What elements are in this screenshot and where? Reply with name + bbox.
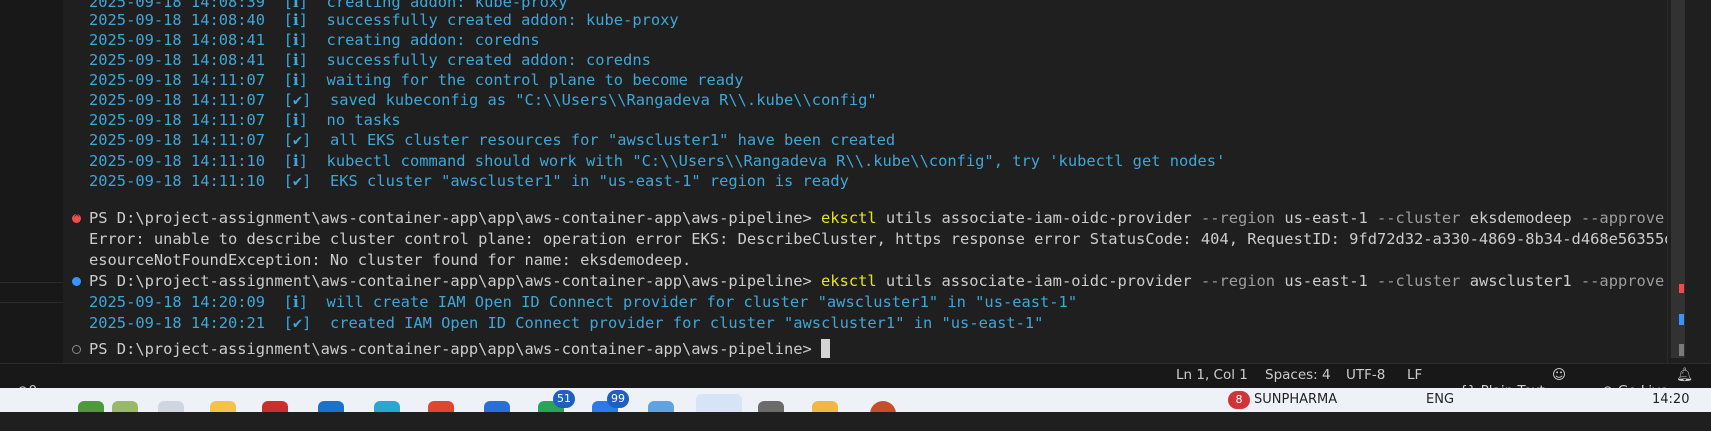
error-scroll-marker xyxy=(1679,284,1684,293)
error-output-line: esourceNotFoundException: No cluster fou… xyxy=(89,251,692,269)
error-output-line: Error: unable to describe cluster contro… xyxy=(89,230,1711,248)
taskbar-app-icon[interactable] xyxy=(112,401,138,412)
log-line: 2025-09-18 14:11:07 [ℹ] no tasks xyxy=(89,111,401,129)
edge-icon[interactable] xyxy=(374,401,400,412)
info-scroll-marker xyxy=(1679,314,1684,325)
terminal-scrollbar[interactable] xyxy=(1667,0,1711,363)
calendar-icon[interactable] xyxy=(648,401,674,412)
notification-badge: 99 xyxy=(607,390,629,408)
log-line: 2025-09-18 14:11:07 [ℹ] waiting for the … xyxy=(89,71,744,89)
windows-taskbar: 51 99 8 SUNPHARMA ENG 14:20 xyxy=(0,388,1711,412)
command-error-decoration-icon[interactable] xyxy=(72,210,81,223)
file-explorer-icon[interactable] xyxy=(210,401,236,412)
stock-widget[interactable]: SUNPHARMA xyxy=(1254,392,1337,407)
status-bar: ⊗0 ⚠0 Ln 1, Col 1 Spaces: 4 UTF-8 LF {} … xyxy=(0,363,1711,415)
prompt-scroll-marker xyxy=(1679,344,1684,356)
log-line: 2025-09-18 14:11:10 [✔] EKS cluster "aws… xyxy=(89,172,849,190)
log-line: 2025-09-18 14:08:41 [ℹ] successfully cre… xyxy=(89,51,651,69)
taskbar-app-icon[interactable] xyxy=(78,401,104,412)
side-panel-edge xyxy=(0,0,63,363)
taskbar-app-icon[interactable] xyxy=(158,401,184,412)
log-line: 2025-09-18 14:11:07 [✔] saved kubeconfig… xyxy=(89,91,877,109)
panel-divider xyxy=(0,282,63,283)
taskbar-app-icon[interactable] xyxy=(484,401,510,412)
command-line: PS D:\project-assignment\aws-container-a… xyxy=(89,209,1665,227)
log-line: 2025-09-18 14:20:21 [✔] created IAM Open… xyxy=(89,314,1044,332)
notification-badge: 51 xyxy=(553,390,575,408)
active-prompt[interactable]: PS D:\project-assignment\aws-container-a… xyxy=(89,338,831,360)
taskbar-app-icon[interactable] xyxy=(870,401,896,412)
command-success-decoration-icon[interactable] xyxy=(72,277,81,286)
log-line: 2025-09-18 14:11:10 [ℹ] kubectl command … xyxy=(89,152,1226,170)
prompt-decoration-icon[interactable] xyxy=(72,345,81,354)
encoding-setting[interactable]: UTF-8 xyxy=(1346,367,1385,383)
log-line: 2025-09-18 14:11:07 [✔] all EKS cluster … xyxy=(89,131,896,149)
scrollbar-thumb[interactable] xyxy=(1671,0,1685,358)
log-line: 2025-09-18 14:08:41 [ℹ] creating addon: … xyxy=(89,31,540,49)
folder-icon[interactable] xyxy=(812,401,838,412)
command-line: PS D:\project-assignment\aws-container-a… xyxy=(89,272,1665,290)
panel-divider xyxy=(0,302,63,303)
vscode-icon-active[interactable] xyxy=(696,394,742,412)
log-line: 2025-09-18 14:08:40 [ℹ] successfully cre… xyxy=(89,11,679,29)
chrome-icon[interactable] xyxy=(428,401,454,412)
store-icon[interactable] xyxy=(318,401,344,412)
stock-badge: 8 xyxy=(1228,391,1250,409)
cursor xyxy=(821,339,831,358)
terminal-panel[interactable]: 2025-09-18 14:08:39 [ℹ] creating addon: … xyxy=(63,0,1711,363)
indentation-setting[interactable]: Spaces: 4 xyxy=(1265,367,1331,383)
gmail-icon[interactable] xyxy=(262,401,288,412)
copilot-icon[interactable]: ☺ xyxy=(1552,367,1566,383)
taskbar-app-icon[interactable] xyxy=(758,401,784,412)
clock[interactable]: 14:20 xyxy=(1652,392,1689,407)
input-language[interactable]: ENG xyxy=(1426,392,1454,407)
log-line: 2025-09-18 14:20:09 [ℹ] will create IAM … xyxy=(89,293,1078,311)
cursor-position[interactable]: Ln 1, Col 1 xyxy=(1176,367,1248,383)
eol-setting[interactable]: LF xyxy=(1407,367,1422,383)
notifications-bell-icon[interactable]: 🔔︎ xyxy=(1676,367,1693,383)
